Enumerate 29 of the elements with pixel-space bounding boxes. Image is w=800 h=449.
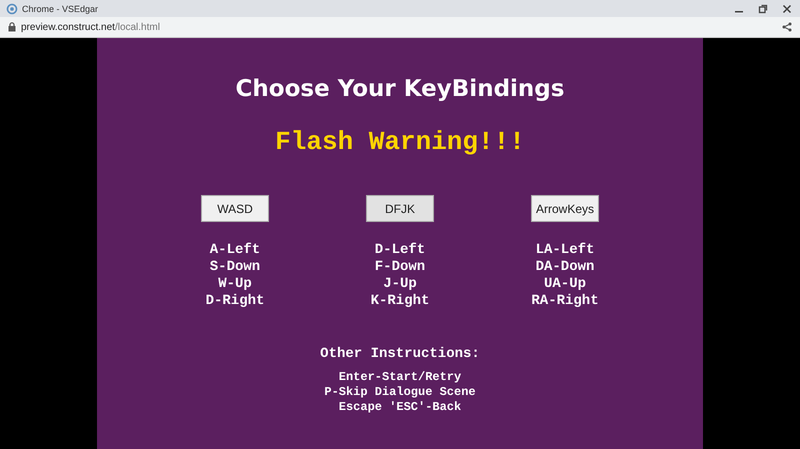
instruction-text: Enter-Start/Retry — [338, 370, 462, 385]
key-binding-text: J-Up — [383, 276, 417, 293]
key-binding-text: W-Up — [218, 276, 252, 293]
flash-warning: Flash Warning!!! — [275, 127, 525, 157]
key-binding-text: K-Right — [370, 293, 430, 310]
lock-icon — [8, 22, 16, 32]
instruction-text: Escape 'ESC'-Back — [338, 400, 462, 415]
restore-icon[interactable] — [758, 4, 768, 14]
url-text: preview.construct.net/local.html — [21, 22, 160, 32]
key-binding-text: D-Left — [374, 242, 426, 259]
share-icon[interactable] — [782, 22, 792, 32]
key-binding-text: RA-Right — [531, 293, 599, 310]
key-binding-text: D-Right — [206, 293, 264, 310]
key-binding-text: UA-Up — [544, 276, 586, 293]
key-binding-text: DA-Down — [536, 259, 594, 276]
keybinding-button[interactable]: ArrowKeys — [531, 195, 600, 222]
key-binding-text: F-Down — [374, 259, 426, 276]
game-title: Choose Your KeyBindings — [236, 76, 564, 102]
instruction-text: P-Skip Dialogue Scene — [324, 385, 476, 400]
keybinding-button[interactable]: WASD — [201, 195, 269, 222]
key-binding-text: LA-Left — [536, 242, 594, 259]
close-icon[interactable] — [782, 4, 792, 14]
window-title: Chrome - VSEdgar — [22, 4, 98, 14]
key-binding-text: A-Left — [210, 242, 260, 259]
chrome-icon — [6, 2, 18, 14]
keybinding-button[interactable]: DFJK — [366, 195, 434, 222]
key-binding-text: S-Down — [210, 259, 260, 276]
instructions-heading: Other Instructions: — [320, 346, 480, 362]
address-bar[interactable]: preview.construct.net/local.html — [0, 17, 800, 38]
